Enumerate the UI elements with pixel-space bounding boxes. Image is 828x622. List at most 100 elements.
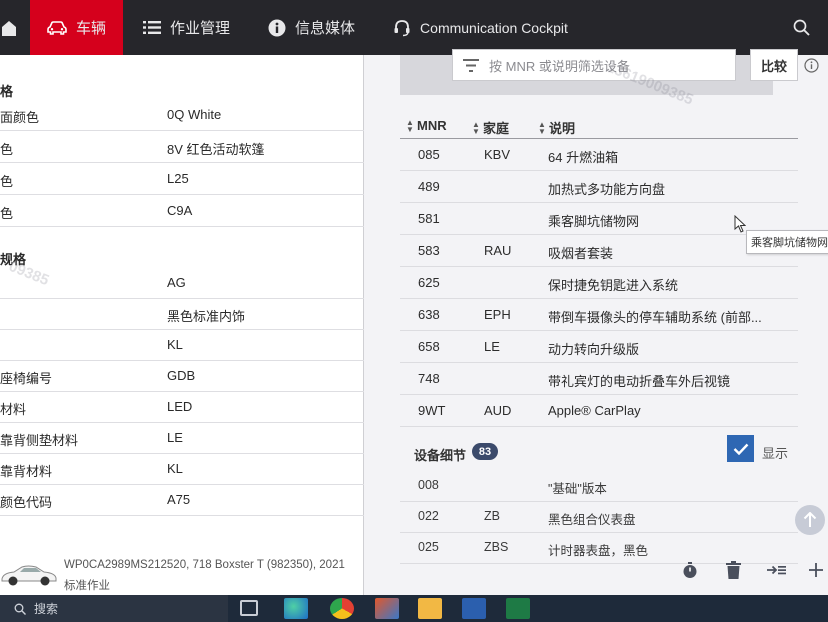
spec-value: AG <box>167 275 186 290</box>
cell-mnr: 085 <box>418 147 440 162</box>
spec-value: LE <box>167 430 183 445</box>
table-row[interactable]: 489 加热式多功能方向盘 <box>400 171 798 203</box>
task-view-icon[interactable] <box>240 600 258 616</box>
word-icon[interactable] <box>462 598 486 619</box>
app-icon[interactable] <box>375 598 399 619</box>
add-to-list-icon[interactable] <box>766 561 786 579</box>
nav-tab-job-management[interactable]: 作业管理 <box>123 0 244 55</box>
column-header-mnr[interactable]: ▲ ▼ MNR <box>406 118 447 133</box>
spec-row: 材料 LED <box>0 392 364 423</box>
search-icon <box>14 603 26 615</box>
table-row[interactable]: 085 KBV 64 升燃油箱 <box>400 139 798 171</box>
spec-value: LED <box>167 399 193 414</box>
cell-mnr: 583 <box>418 243 440 258</box>
cell-mnr: 022 <box>418 509 439 523</box>
trash-icon[interactable] <box>726 561 741 579</box>
chrome-icon[interactable] <box>330 598 354 619</box>
spec-row: 靠背侧垫材料 LE <box>0 423 364 454</box>
spec-label: 材料 <box>0 402 27 417</box>
cell-mnr: 489 <box>418 179 440 194</box>
nav-tab-media-label: 信息媒体 <box>295 20 356 37</box>
cell-family: AUD <box>484 403 512 418</box>
mouse-cursor-icon <box>734 215 746 233</box>
info-circle-icon[interactable] <box>804 58 819 73</box>
filter-icon <box>463 58 479 72</box>
table-row[interactable]: 658 LE 动力转向升级版 <box>400 331 798 363</box>
cell-description: 乘客脚坑储物网 <box>548 214 640 229</box>
cell-description: 64 升燃油箱 <box>548 150 619 165</box>
spec-value: L25 <box>167 171 189 186</box>
search-button[interactable] <box>779 0 828 55</box>
filter-placeholder: 按 MNR 或说明筛选设备 <box>489 58 630 74</box>
cell-description: 带礼宾灯的电动折叠车外后视镜 <box>548 374 731 389</box>
spec-value: 0Q White <box>167 107 222 122</box>
cell-description: 动力转向升级版 <box>548 342 640 357</box>
spec-row: 色 C9A <box>0 196 364 227</box>
cell-family: RAU <box>484 243 512 258</box>
table-row[interactable]: 638 EPH 带倒车摄像头的停车辅助系统 (前部... <box>400 299 798 331</box>
spec-row: 座椅编号 GDB <box>0 361 364 392</box>
vehicle-spec-panel: 格 面颜色 0Q White 色 8V 红色活动软篷 色 L25 色 C9A 规格 AG… <box>0 55 364 595</box>
car-icon <box>47 20 67 35</box>
cell-mnr: 625 <box>418 275 440 290</box>
detail-row: 022 ZB 黑色组合仪表盘 <box>400 502 798 533</box>
cell-family: LE <box>484 339 500 354</box>
table-row[interactable]: 9WT AUD Apple® CarPlay <box>400 395 798 427</box>
spec-label: 座椅编号 <box>0 371 53 386</box>
spec-label: 面颜色 <box>0 110 40 125</box>
section-title-specs: 规格 <box>0 252 27 267</box>
spec-label: 色 <box>0 174 14 189</box>
table-row[interactable]: 748 带礼宾灯的电动折叠车外后视镜 <box>400 363 798 395</box>
spec-label: 色 <box>0 142 14 157</box>
compare-button[interactable]: 比较 <box>750 49 798 81</box>
cell-family: EPH <box>484 307 511 322</box>
column-header-description[interactable]: ▲ ▼ 说明 <box>538 118 575 137</box>
spec-value: KL <box>167 337 183 352</box>
search-icon <box>793 19 810 36</box>
file-explorer-icon[interactable] <box>418 598 442 619</box>
home-icon <box>2 20 16 36</box>
spec-row: 色 L25 <box>0 164 364 195</box>
cell-mnr: 748 <box>418 371 440 386</box>
sort-icon: ▲ ▼ <box>538 119 546 136</box>
show-details-checkbox[interactable] <box>727 435 754 462</box>
table-row[interactable]: 625 保时捷免钥匙进入系统 <box>400 267 798 299</box>
list-icon <box>143 21 162 34</box>
table-row[interactable]: 583 RAU 吸烟者套装 <box>400 235 798 267</box>
cell-mnr: 008 <box>418 478 439 492</box>
checkmark-icon <box>733 443 748 455</box>
nav-tab-media[interactable]: 信息媒体 <box>244 0 369 55</box>
cell-mnr: 581 <box>418 211 440 226</box>
edge-icon[interactable] <box>284 598 308 619</box>
details-count-badge: 83 <box>472 443 498 460</box>
spec-row: 颜色代码 A75 <box>0 485 364 516</box>
top-navigation: 车辆 作业管理 信息媒体 Communication Cockpit <box>0 0 828 55</box>
cell-description: 吸烟者套装 <box>548 246 614 261</box>
vehicle-info-footer[interactable]: WP0CA2989MS212520, 718 Boxster T (982350… <box>0 555 364 595</box>
spec-row: KL <box>0 330 364 361</box>
stopwatch-icon[interactable] <box>682 561 698 579</box>
taskbar-search-box[interactable]: 搜索 <box>0 595 228 622</box>
equipment-details-header: 设备细节 83 显示 <box>414 435 804 475</box>
cell-mnr: 025 <box>418 540 439 554</box>
cell-description: 加热式多功能方向盘 <box>548 182 666 197</box>
home-button[interactable] <box>0 0 30 55</box>
spec-value: 黑色标准内饰 <box>167 309 246 324</box>
show-details-label: 显示 <box>762 446 789 461</box>
column-header-family[interactable]: ▲ ▼ 家庭 <box>472 118 509 137</box>
plus-icon[interactable] <box>808 561 824 579</box>
spec-label: 颜色代码 <box>0 495 53 510</box>
spec-label: 色 <box>0 206 14 221</box>
equipment-table-header: ▲ ▼ MNR ▲ ▼ 家庭 ▲ ▼ 说明 <box>400 111 798 139</box>
scroll-to-top-button[interactable] <box>795 505 825 535</box>
spec-row: 色 8V 红色活动软篷 <box>0 132 364 163</box>
equipment-filter-input[interactable]: 按 MNR 或说明筛选设备 <box>452 49 736 81</box>
excel-icon[interactable] <box>506 598 530 619</box>
nav-tab-communication-cockpit[interactable]: Communication Cockpit <box>369 0 582 55</box>
spec-value: A75 <box>167 492 191 507</box>
spec-value: C9A <box>167 203 193 218</box>
nav-tab-vehicle[interactable]: 车辆 <box>30 0 124 55</box>
equipment-toolbar <box>674 561 828 587</box>
detail-row: 025 ZBS 计时器表盘，黑色 <box>400 533 798 564</box>
arrow-up-icon <box>803 512 817 527</box>
